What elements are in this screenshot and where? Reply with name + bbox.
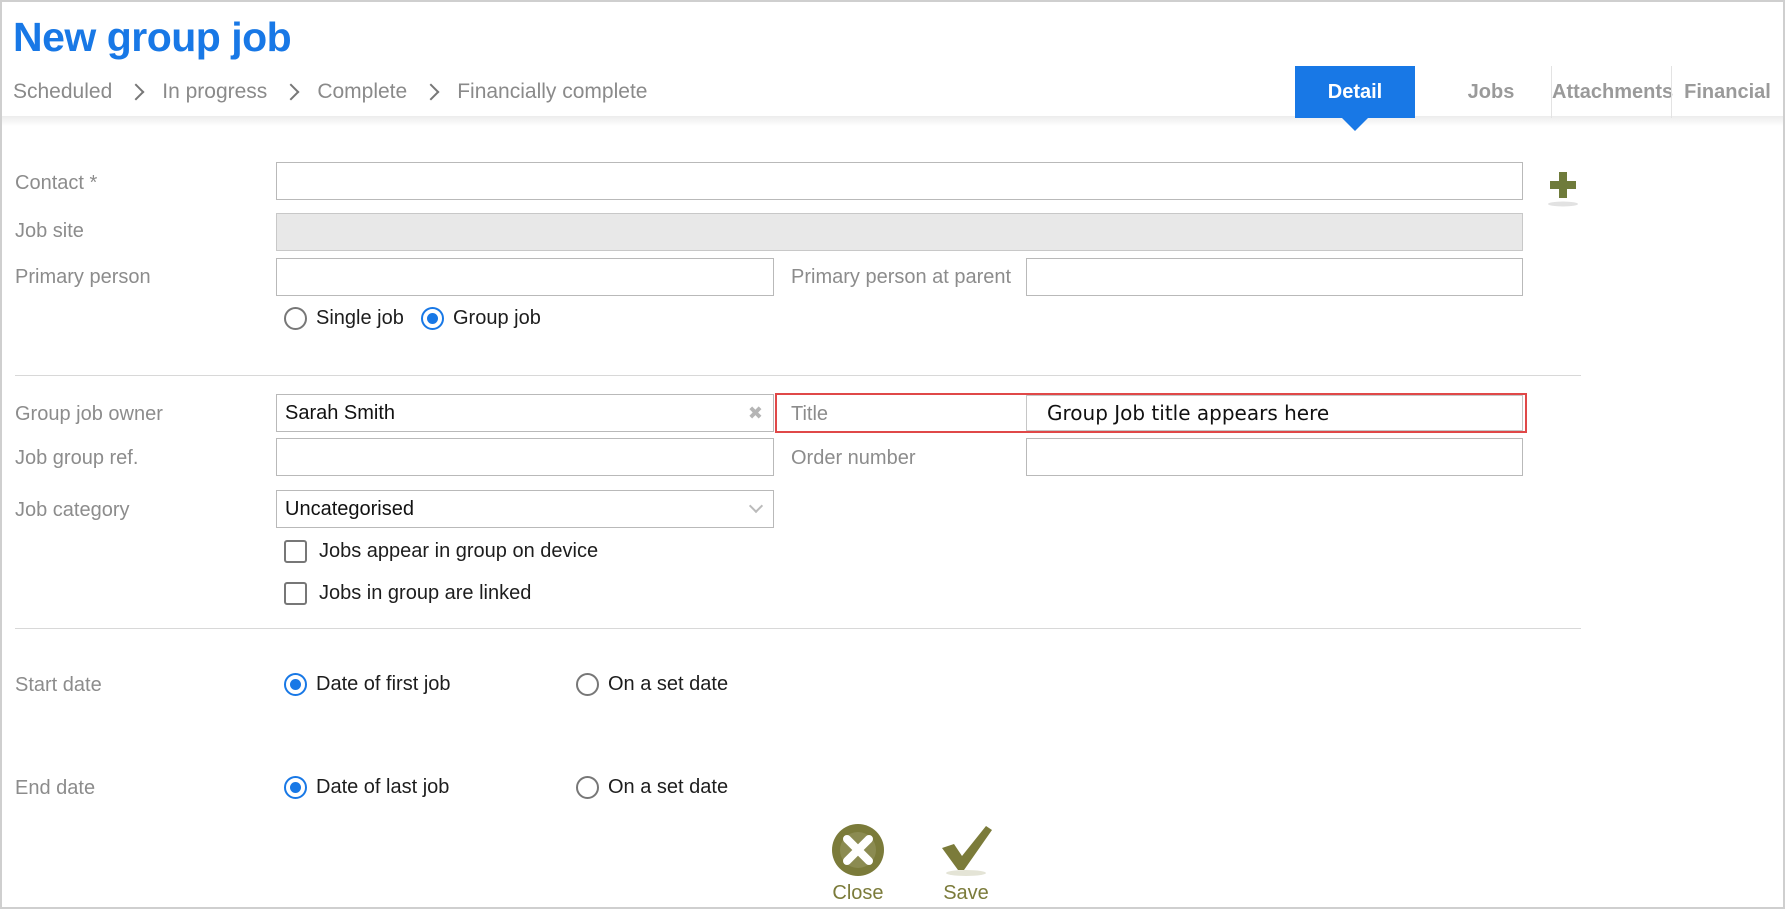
group-job-owner-value: Sarah Smith: [285, 401, 396, 424]
checkmark-icon: [942, 826, 992, 876]
section-divider: [15, 628, 1581, 629]
primary-person-label: Primary person: [15, 266, 151, 288]
radio-circle-selected: [421, 307, 444, 330]
radio-single-job-label: Single job: [316, 307, 404, 329]
primary-person-parent-label: Primary person at parent: [791, 266, 1012, 288]
contact-input[interactable]: [276, 162, 1523, 200]
job-category-value: Uncategorised: [285, 497, 414, 520]
job-site-label: Job site: [15, 220, 84, 242]
section-divider: [15, 375, 1581, 376]
job-group-ref-label: Job group ref.: [15, 447, 139, 469]
checkbox-jobs-appear-on-device[interactable]: Jobs appear in group on device: [284, 540, 598, 563]
primary-person-input[interactable]: [276, 258, 774, 296]
close-button[interactable]: Close: [824, 822, 892, 905]
radio-start-set-date[interactable]: On a set date: [576, 673, 728, 696]
radio-start-set-date-label: On a set date: [608, 673, 729, 695]
group-job-owner-label: Group job owner: [15, 403, 163, 425]
add-contact-button[interactable]: [1546, 168, 1580, 208]
chevron-right-icon: [422, 83, 440, 101]
end-date-label: End date: [15, 777, 96, 799]
checkbox-box: [284, 540, 307, 563]
radio-circle-selected: [284, 776, 307, 799]
contact-label: Contact *: [15, 172, 98, 194]
radio-single-job[interactable]: Single job: [284, 307, 404, 330]
checkbox-jobs-linked-label: Jobs in group are linked: [319, 582, 532, 604]
tab-detail[interactable]: Detail: [1295, 66, 1415, 131]
tab-jobs[interactable]: Jobs: [1431, 66, 1551, 118]
radio-start-first-job-label: Date of first job: [316, 673, 451, 695]
title-label: Title: [791, 403, 829, 425]
radio-end-set-date[interactable]: On a set date: [576, 776, 728, 799]
job-site-input: [276, 213, 1523, 251]
save-button[interactable]: Save: [932, 822, 1000, 905]
checkbox-box: [284, 582, 307, 605]
close-button-label: Close: [832, 882, 884, 904]
group-job-owner-input[interactable]: Sarah Smith ✖: [276, 394, 774, 432]
tab-bar: Detail Jobs Attachments Financial: [1295, 66, 1783, 131]
order-number-label: Order number: [791, 447, 916, 469]
radio-group-job-label: Group job: [453, 307, 541, 329]
checkbox-jobs-appear-label: Jobs appear in group on device: [319, 540, 599, 562]
breadcrumb-step-scheduled[interactable]: Scheduled: [13, 80, 112, 104]
radio-end-last-job[interactable]: Date of last job: [284, 776, 449, 799]
checkbox-jobs-linked[interactable]: Jobs in group are linked: [284, 582, 531, 605]
breadcrumb-step-in-progress[interactable]: In progress: [162, 80, 267, 104]
radio-circle: [576, 673, 599, 696]
job-category-select[interactable]: Uncategorised: [276, 490, 774, 528]
chevron-down-icon: [748, 498, 764, 514]
breadcrumb-step-financially-complete[interactable]: Financially complete: [457, 80, 647, 104]
primary-person-parent-input[interactable]: [1026, 258, 1523, 296]
chevron-right-icon: [127, 83, 145, 101]
radio-circle: [284, 307, 307, 330]
page-title: New group job: [13, 14, 292, 60]
job-group-ref-input[interactable]: [276, 438, 774, 476]
window-frame: New group job Scheduled In progress Comp…: [0, 0, 1785, 909]
radio-end-set-date-label: On a set date: [608, 776, 729, 798]
title-input[interactable]: Group Job title appears here: [1026, 395, 1523, 431]
close-small-icon[interactable]: ✖: [748, 403, 763, 423]
radio-circle-selected: [284, 673, 307, 696]
order-number-input[interactable]: [1026, 438, 1523, 476]
chevron-right-icon: [282, 83, 300, 101]
close-circle-icon: [832, 824, 884, 876]
breadcrumb: Scheduled In progress Complete Financial…: [13, 80, 647, 104]
radio-end-last-job-label: Date of last job: [316, 776, 450, 798]
plus-icon: [1548, 172, 1578, 207]
start-date-label: Start date: [15, 674, 102, 696]
save-button-label: Save: [943, 882, 989, 904]
radio-start-first-job[interactable]: Date of first job: [284, 673, 451, 696]
job-category-label: Job category: [15, 499, 130, 521]
radio-group-job[interactable]: Group job: [421, 307, 541, 330]
radio-circle: [576, 776, 599, 799]
breadcrumb-step-complete[interactable]: Complete: [317, 80, 407, 104]
tab-attachments[interactable]: Attachments: [1551, 66, 1673, 118]
tab-financial[interactable]: Financial: [1671, 66, 1783, 118]
